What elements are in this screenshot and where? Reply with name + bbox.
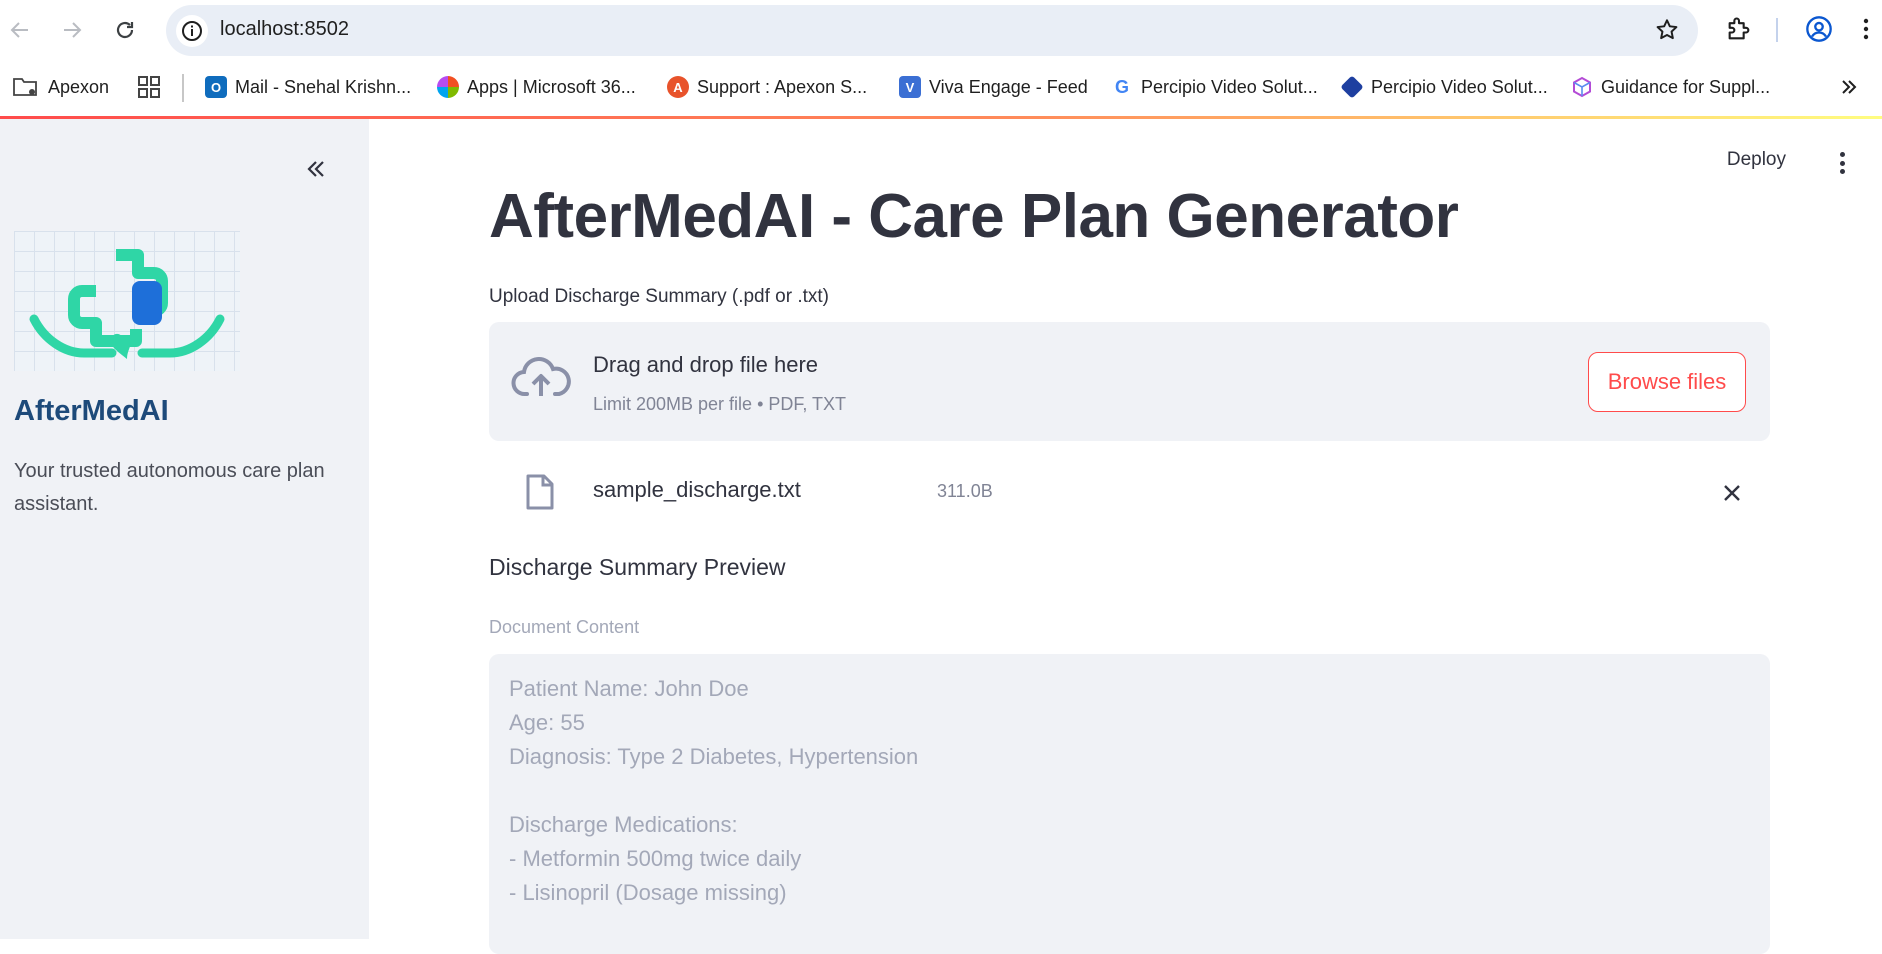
apps-grid-button[interactable]: [138, 72, 160, 102]
file-name: sample_discharge.txt: [593, 477, 801, 502]
viva-engage-icon: V: [899, 76, 921, 98]
preview-heading: Discharge Summary Preview: [489, 554, 786, 580]
reload-icon: [116, 21, 134, 39]
main-content: Deploy AfterMedAI - Care Plan Generator …: [369, 119, 1882, 954]
reload-button[interactable]: [105, 10, 145, 50]
kebab-dot: [1839, 160, 1845, 166]
uploaded-file-row: sample_discharge.txt 311.0B: [489, 463, 1770, 523]
kebab-dot: [1839, 152, 1845, 157]
apps-grid-icon: [138, 76, 160, 98]
forward-button[interactable]: [52, 10, 92, 50]
chrome-menu-icon[interactable]: [1856, 12, 1876, 46]
document-content-label: Document Content: [489, 617, 640, 637]
apexon-support-icon: A: [667, 76, 689, 98]
bookmark-percipio-2[interactable]: Percipio Video Solut...: [1340, 72, 1548, 102]
kebab-dot: [1839, 169, 1845, 174]
bookmark-label: Viva Engage - Feed: [929, 76, 1088, 97]
arrow-right-icon: [64, 22, 82, 38]
collapse-sidebar-button[interactable]: [296, 149, 336, 189]
cube-icon: [1573, 76, 1591, 98]
bookmark-support[interactable]: A Support : Apexon S...: [667, 72, 867, 102]
bookmark-label: Apexon: [48, 76, 110, 97]
sidebar: AfterMedAI Your trusted autonomous care …: [0, 119, 369, 939]
bookmarks-divider: [182, 74, 184, 102]
upload-label: Upload Discharge Summary (.pdf or .txt): [489, 286, 830, 307]
document-content-textarea[interactable]: Patient Name: John Doe Age: 55 Diagnosis…: [489, 654, 1770, 954]
close-icon: [1724, 485, 1740, 501]
address-bar[interactable]: localhost:8502: [166, 5, 1698, 56]
browser-toolbar: localhost:8502: [0, 0, 1882, 60]
bookmark-viva-engage[interactable]: V Viva Engage - Feed: [899, 72, 1088, 102]
microsoft365-icon: [437, 76, 459, 98]
main-menu-button[interactable]: [1832, 149, 1852, 177]
app-logo: [14, 231, 240, 371]
bookmark-apexon[interactable]: Apexon: [12, 72, 109, 102]
folder-gear-icon: [13, 78, 37, 96]
remove-file-button[interactable]: [1718, 479, 1746, 507]
url-text: localhost:8502: [220, 18, 349, 40]
dropzone-title: Drag and drop file here: [593, 352, 819, 377]
page-title: AfterMedAI - Care Plan Generator: [489, 182, 1459, 251]
extensions-puzzle-icon[interactable]: [1722, 12, 1756, 46]
bookmark-label: Percipio Video Solut...: [1141, 76, 1318, 97]
file-dropzone[interactable]: Drag and drop file here Limit 200MB per …: [489, 322, 1770, 441]
chevron-double-left-icon: [307, 161, 324, 177]
deploy-button[interactable]: Deploy: [1727, 149, 1786, 171]
bookmark-label: Apps | Microsoft 36...: [467, 76, 636, 97]
sidebar-tagline: Your trusted autonomous care plan assist…: [14, 460, 325, 515]
bookmark-label: Mail - Snehal Krishn...: [235, 76, 412, 97]
bookmark-label: Support : Apexon S...: [697, 76, 868, 97]
bookmark-guidance[interactable]: Guidance for Suppl...: [1571, 72, 1770, 102]
toolbar-divider: [1776, 18, 1778, 42]
file-icon: [525, 473, 555, 511]
bookmark-microsoft365[interactable]: Apps | Microsoft 36...: [437, 72, 636, 102]
percipio-icon: [1340, 75, 1364, 99]
arrow-left-icon: [10, 22, 28, 38]
bookmarks-overflow-button[interactable]: [1840, 72, 1858, 102]
cloud-upload-icon: [511, 354, 571, 404]
bookmark-mail[interactable]: O Mail - Snehal Krishn...: [205, 72, 411, 102]
bookmark-star-icon[interactable]: [1654, 17, 1680, 48]
outlook-icon: O: [205, 76, 227, 98]
chevron-double-right-icon: [1842, 80, 1857, 94]
site-info-icon[interactable]: [176, 15, 208, 47]
bookmark-percipio-1[interactable]: G Percipio Video Solut...: [1111, 72, 1318, 102]
dropzone-subtitle: Limit 200MB per file • PDF, TXT: [593, 394, 847, 414]
back-button[interactable]: [0, 10, 40, 50]
bookmark-label: Percipio Video Solut...: [1371, 76, 1548, 97]
bookmark-label: Guidance for Suppl...: [1601, 76, 1771, 97]
profile-avatar-icon[interactable]: [1802, 12, 1836, 46]
browse-files-button[interactable]: Browse files: [1588, 352, 1746, 412]
bookmarks-bar: Apexon O Mail - Snehal Krishn... Apps | …: [0, 60, 1882, 116]
google-icon: G: [1111, 76, 1133, 98]
file-size: 311.0B: [937, 481, 993, 501]
sidebar-title: AfterMedAI: [14, 395, 169, 427]
